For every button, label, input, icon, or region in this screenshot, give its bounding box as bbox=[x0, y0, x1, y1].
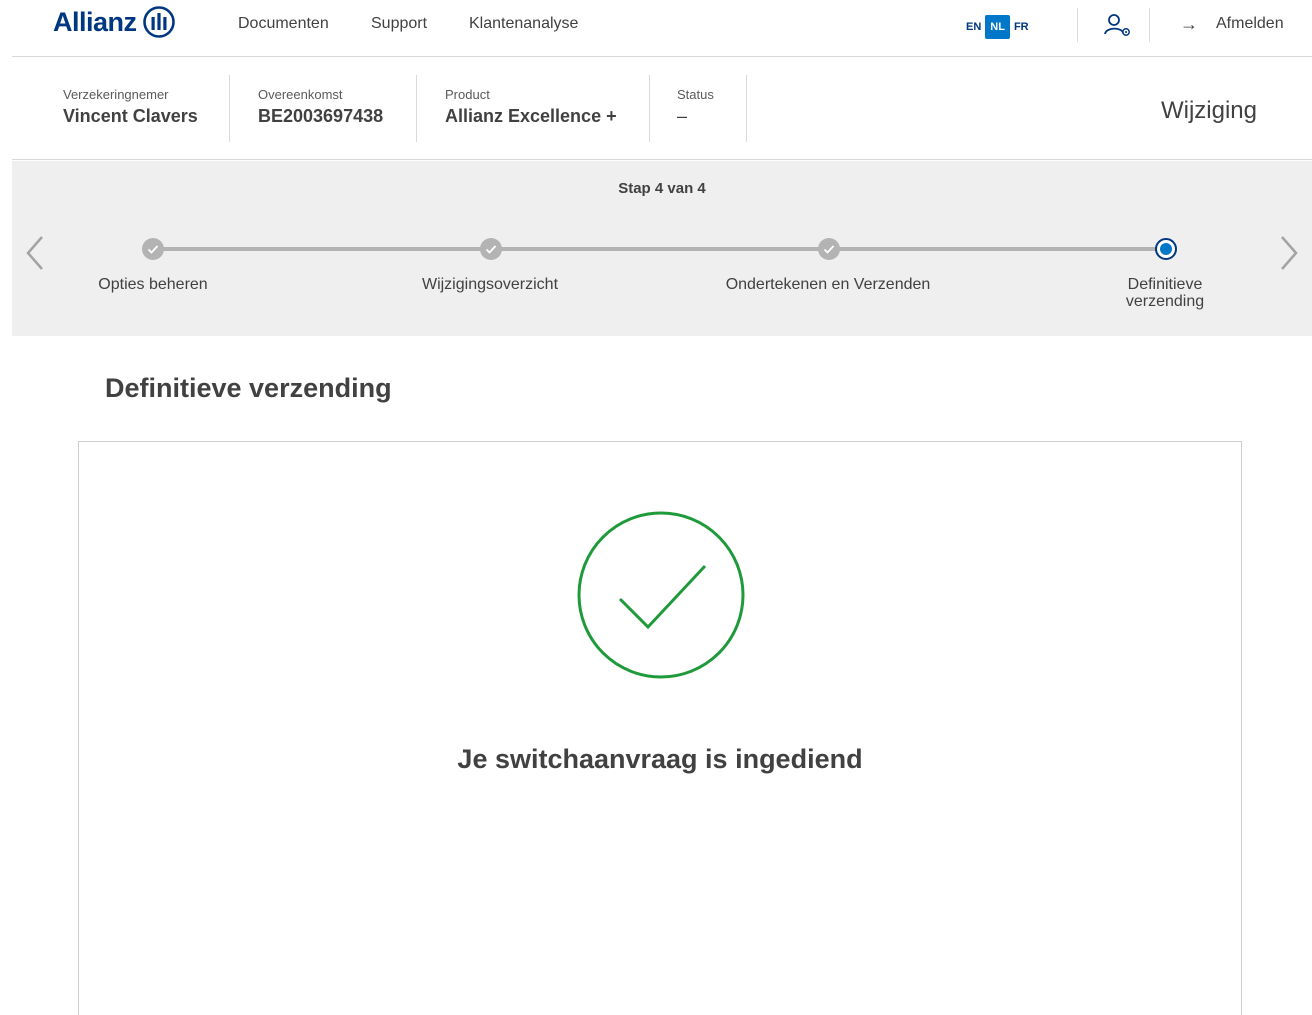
chevron-left-icon[interactable] bbox=[20, 231, 50, 275]
language-en[interactable]: EN bbox=[962, 15, 985, 39]
language-nl[interactable]: NL bbox=[985, 15, 1010, 39]
logout-label: Afmelden bbox=[1216, 15, 1284, 32]
status-value: – bbox=[677, 106, 688, 126]
logo-wordmark: Allianz bbox=[53, 6, 137, 37]
step-4-current-icon bbox=[1155, 238, 1177, 260]
status-label: Status bbox=[677, 87, 714, 102]
step-label-wijzigingsoverzicht[interactable]: Wijzigingsoverzicht bbox=[370, 276, 610, 293]
agreement-field: Overeenkomst BE2003697438 bbox=[258, 87, 383, 127]
allianz-logo[interactable]: Allianz bbox=[53, 6, 175, 38]
policyholder-field: Verzekeringnemer Vincent Clavers bbox=[63, 87, 198, 127]
divider bbox=[649, 75, 650, 142]
product-field: Product Allianz Excellence + bbox=[445, 87, 617, 127]
language-fr[interactable]: FR bbox=[1010, 15, 1033, 39]
step-1-check-icon bbox=[142, 238, 164, 260]
arrow-right-icon: → bbox=[1180, 14, 1198, 34]
success-message: Je switchaanvraag is ingediend bbox=[457, 744, 863, 774]
status-field: Status – bbox=[677, 87, 714, 127]
allianz-eagle-icon bbox=[142, 6, 175, 38]
page-title: Definitieve verzending bbox=[105, 373, 392, 403]
policyholder-value: Vincent Clavers bbox=[63, 106, 198, 126]
divider bbox=[1077, 8, 1078, 42]
check-circle-icon bbox=[577, 511, 745, 679]
page-mode-title: Wijziging bbox=[1160, 97, 1257, 124]
nav-link-klantenanalyse[interactable]: Klantenanalyse bbox=[469, 15, 578, 33]
progress-stepper: Stap 4 van 4 Opties beheren Wijzigingsov… bbox=[12, 161, 1312, 336]
divider bbox=[12, 159, 1312, 160]
nav-link-support[interactable]: Support bbox=[371, 15, 427, 33]
stepper-track bbox=[153, 247, 1167, 251]
divider bbox=[1149, 8, 1150, 42]
language-switcher: EN NL FR bbox=[962, 15, 1033, 39]
logout-button[interactable]: → Afmelden bbox=[1180, 15, 1284, 33]
nav-link-documenten[interactable]: Documenten bbox=[238, 15, 329, 33]
agreement-value: BE2003697438 bbox=[258, 106, 384, 126]
step-3-check-icon bbox=[818, 238, 840, 260]
product-value: Allianz Excellence + bbox=[445, 106, 617, 126]
policyholder-label: Verzekeringnemer bbox=[63, 87, 169, 102]
agreement-label: Overeenkomst bbox=[258, 87, 343, 102]
top-navigation: Allianz Documenten Support Klantenanalys… bbox=[0, 0, 1312, 57]
step-label-definitieve-verzending: Definitieve verzending bbox=[1125, 276, 1205, 310]
step-2-check-icon bbox=[480, 238, 502, 260]
confirmation-card: Je switchaanvraag is ingediend bbox=[78, 441, 1242, 1015]
contract-header: Verzekeringnemer Vincent Clavers Overeen… bbox=[0, 57, 1312, 160]
step-counter: Stap 4 van 4 bbox=[618, 180, 706, 197]
step-label-opties-beheren[interactable]: Opties beheren bbox=[33, 276, 273, 293]
product-label: Product bbox=[445, 87, 490, 102]
user-settings-icon[interactable] bbox=[1103, 12, 1133, 38]
divider bbox=[746, 75, 747, 142]
chevron-right-icon[interactable] bbox=[1274, 231, 1304, 275]
step-label-ondertekenen[interactable]: Ondertekenen en Verzenden bbox=[708, 276, 948, 293]
divider bbox=[229, 75, 230, 142]
divider bbox=[416, 75, 417, 142]
